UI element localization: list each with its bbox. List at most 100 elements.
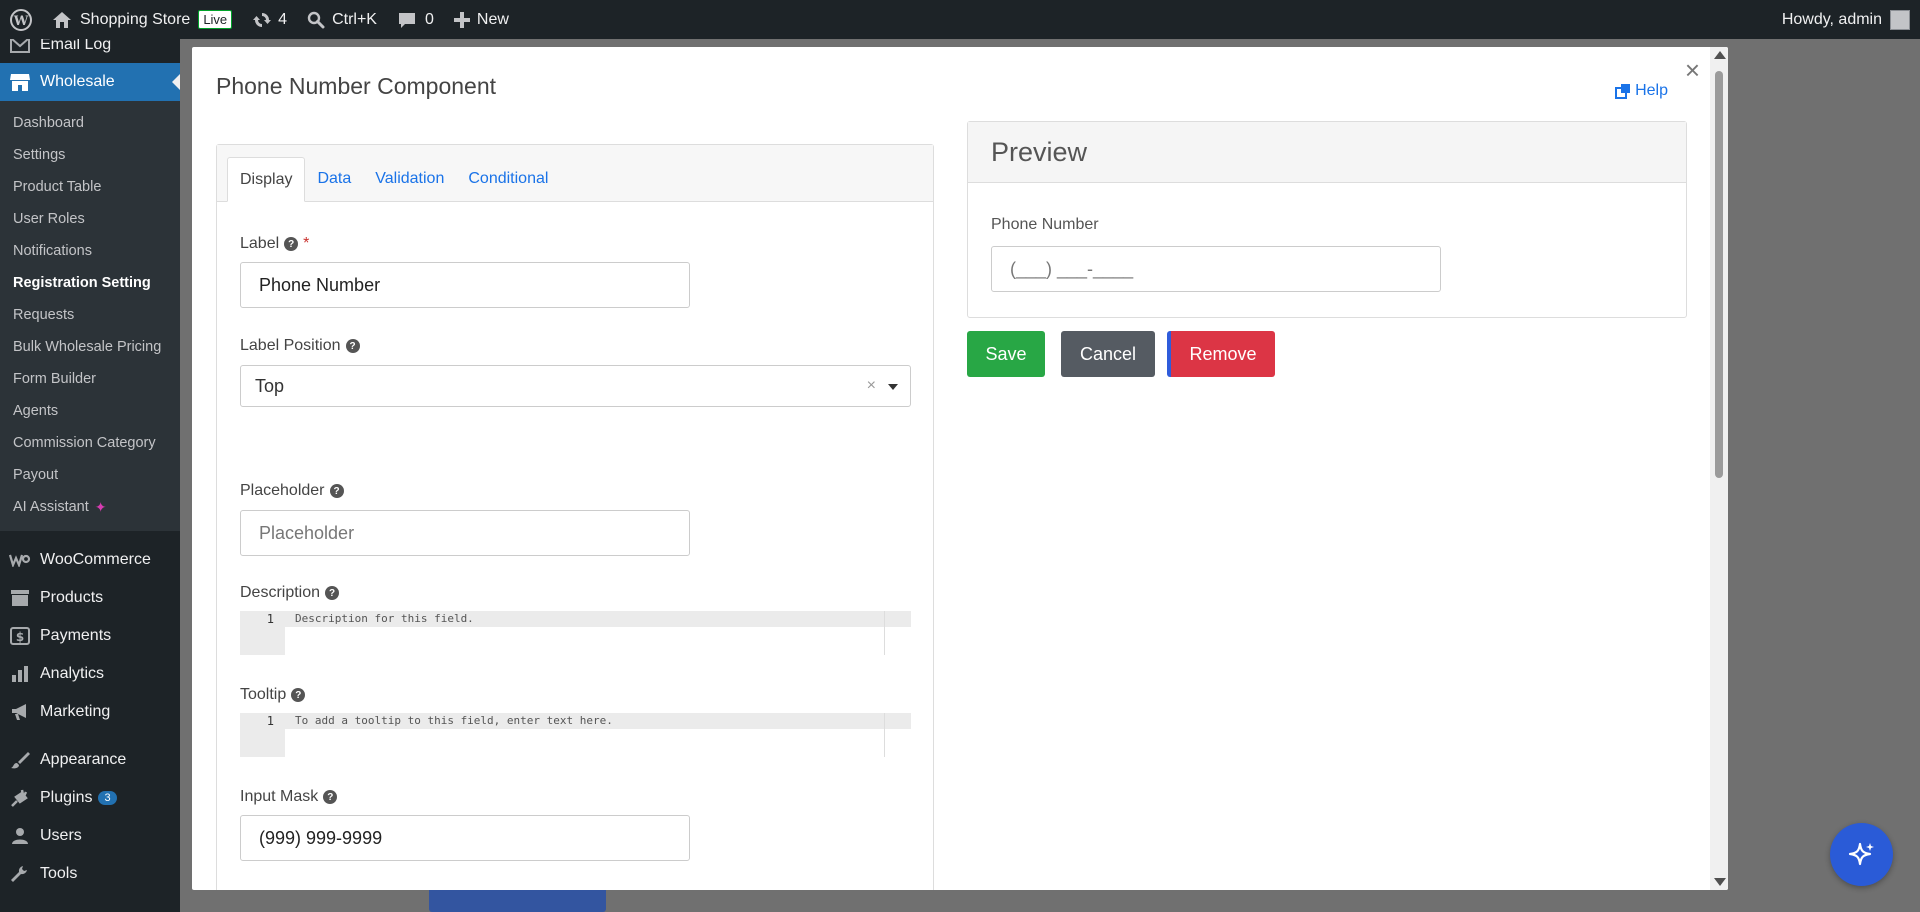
- menu-woocommerce-label: WooCommerce: [40, 551, 151, 568]
- tooltip-field-label: Tooltip ?: [240, 686, 306, 704]
- scrollbar-thumb[interactable]: [1715, 71, 1723, 478]
- menu-tools-label: Tools: [40, 865, 78, 882]
- tab-bar: Display Data Validation Conditional: [217, 145, 933, 202]
- placeholder-input[interactable]: Placeholder: [240, 510, 690, 556]
- wholesale-submenu: Dashboard Settings Product Table User Ro…: [0, 101, 180, 531]
- menu-wholesale-label: Wholesale: [40, 73, 115, 90]
- editor-ruler: [884, 713, 885, 757]
- menu-products-label: Products: [40, 589, 104, 606]
- menu-email-log-label: Email Log: [40, 39, 112, 53]
- help-link[interactable]: Help: [1615, 82, 1668, 100]
- plug-icon: [8, 788, 32, 808]
- woocommerce-icon: [8, 550, 32, 570]
- menu-users[interactable]: Users: [0, 817, 180, 855]
- close-icon[interactable]: ×: [1685, 57, 1700, 83]
- menu-appearance-label: Appearance: [40, 751, 127, 768]
- menu-woocommerce[interactable]: WooCommerce: [0, 541, 180, 579]
- menu-analytics[interactable]: Analytics: [0, 655, 180, 693]
- sub-bulk-wholesale-pricing[interactable]: Bulk Wholesale Pricing: [0, 331, 180, 363]
- wordpress-logo[interactable]: W: [0, 0, 42, 39]
- wordpress-icon: W: [10, 8, 32, 31]
- remove-button[interactable]: Remove: [1167, 331, 1275, 377]
- sub-form-builder[interactable]: Form Builder: [0, 363, 180, 395]
- ai-assistant-button[interactable]: [1830, 823, 1893, 886]
- cancel-button[interactable]: Cancel: [1061, 331, 1155, 377]
- menu-tools[interactable]: Tools: [0, 855, 180, 893]
- menu-products[interactable]: Products: [0, 579, 180, 617]
- svg-text:W: W: [13, 14, 29, 29]
- sub-payout-label: Payout: [13, 467, 59, 483]
- comments-link[interactable]: 0: [387, 0, 444, 39]
- updates-link[interactable]: 4: [242, 0, 297, 39]
- sub-ai-assistant-label: AI Assistant: [13, 499, 89, 515]
- sub-registration-setting[interactable]: Registration Setting: [0, 267, 180, 299]
- tab-data[interactable]: Data: [305, 157, 363, 201]
- updates-icon: [253, 12, 272, 27]
- search-shortcut[interactable]: Ctrl+K: [297, 0, 387, 39]
- sub-notifications[interactable]: Notifications: [0, 235, 180, 267]
- sub-agents[interactable]: Agents: [0, 395, 180, 427]
- question-icon[interactable]: ?: [284, 237, 299, 251]
- modal-scrollbar[interactable]: [1710, 47, 1728, 890]
- clear-selection-icon[interactable]: ×: [867, 377, 876, 395]
- label-input[interactable]: Phone Number: [240, 262, 690, 308]
- question-icon[interactable]: ?: [329, 484, 344, 498]
- sub-payout[interactable]: Payout: [0, 459, 180, 491]
- howdy-greeting: Howdy, admin: [1781, 10, 1882, 28]
- question-icon[interactable]: ?: [345, 339, 360, 353]
- question-icon[interactable]: ?: [323, 790, 338, 804]
- sub-settings[interactable]: Settings: [0, 139, 180, 171]
- tab-conditional[interactable]: Conditional: [456, 157, 560, 201]
- menu-payments[interactable]: $ Payments: [0, 617, 180, 655]
- tooltip-editor[interactable]: 1 To add a tooltip to this field, enter …: [240, 713, 911, 757]
- external-link-icon: [1615, 84, 1631, 99]
- sub-dashboard-label: Dashboard: [13, 115, 84, 131]
- site-name-link[interactable]: Shopping Store Live: [42, 0, 242, 39]
- menu-marketing[interactable]: Marketing: [0, 693, 180, 731]
- sub-commission-category[interactable]: Commission Category: [0, 427, 180, 459]
- preview-phone-input[interactable]: (___) ___-____: [991, 246, 1441, 292]
- sub-registration-setting-label: Registration Setting: [13, 275, 151, 291]
- home-icon: [53, 11, 71, 28]
- menu-wholesale[interactable]: Wholesale: [0, 63, 180, 101]
- search-shortcut-label: Ctrl+K: [332, 10, 377, 28]
- sub-user-roles-label: User Roles: [13, 211, 85, 227]
- line-number: 1: [266, 612, 274, 626]
- sub-notifications-label: Notifications: [13, 243, 92, 259]
- save-button[interactable]: Save: [967, 331, 1045, 377]
- search-icon: [307, 11, 325, 28]
- chevron-down-icon: [888, 384, 898, 390]
- sub-product-table-label: Product Table: [13, 179, 102, 195]
- sub-requests[interactable]: Requests: [0, 299, 180, 331]
- tab-display[interactable]: Display: [227, 157, 306, 202]
- modal-title: Phone Number Component: [216, 73, 496, 99]
- menu-payments-label: Payments: [40, 627, 112, 644]
- user-icon: [8, 826, 32, 846]
- preview-field-label: Phone Number: [991, 216, 1099, 233]
- sub-product-table[interactable]: Product Table: [0, 171, 180, 203]
- admin-bar: W Shopping Store Live 4 Ctrl+K 0 New How…: [0, 0, 1920, 39]
- input-mask-field-label: Input Mask ?: [240, 788, 338, 806]
- preview-panel: Preview Phone Number (___) ___-____: [967, 121, 1687, 318]
- scroll-down-icon[interactable]: [1714, 878, 1726, 886]
- scroll-up-icon[interactable]: [1714, 51, 1726, 59]
- label-position-select[interactable]: Top ×: [240, 365, 911, 407]
- description-editor[interactable]: 1 Description for this field.: [240, 611, 911, 655]
- sub-ai-assistant[interactable]: AI Assistant ✦: [0, 491, 180, 523]
- plus-icon: [453, 11, 470, 28]
- sub-dashboard[interactable]: Dashboard: [0, 107, 180, 139]
- tab-validation[interactable]: Validation: [363, 157, 456, 201]
- question-icon[interactable]: ?: [291, 688, 306, 702]
- sub-user-roles[interactable]: User Roles: [0, 203, 180, 235]
- menu-email-log[interactable]: Email Log: [0, 39, 180, 57]
- store-icon: [8, 72, 32, 92]
- question-icon[interactable]: ?: [325, 586, 340, 600]
- menu-appearance[interactable]: Appearance: [0, 741, 180, 779]
- menu-plugins[interactable]: Plugins 3: [0, 779, 180, 817]
- my-account[interactable]: Howdy, admin: [1781, 9, 1920, 30]
- description-field-label: Description ?: [240, 584, 340, 602]
- archive-icon: [8, 588, 32, 608]
- input-mask-input[interactable]: (999) 999-9999: [240, 815, 690, 861]
- sparkle-icon: [1848, 842, 1874, 865]
- new-content-link[interactable]: New: [444, 0, 519, 39]
